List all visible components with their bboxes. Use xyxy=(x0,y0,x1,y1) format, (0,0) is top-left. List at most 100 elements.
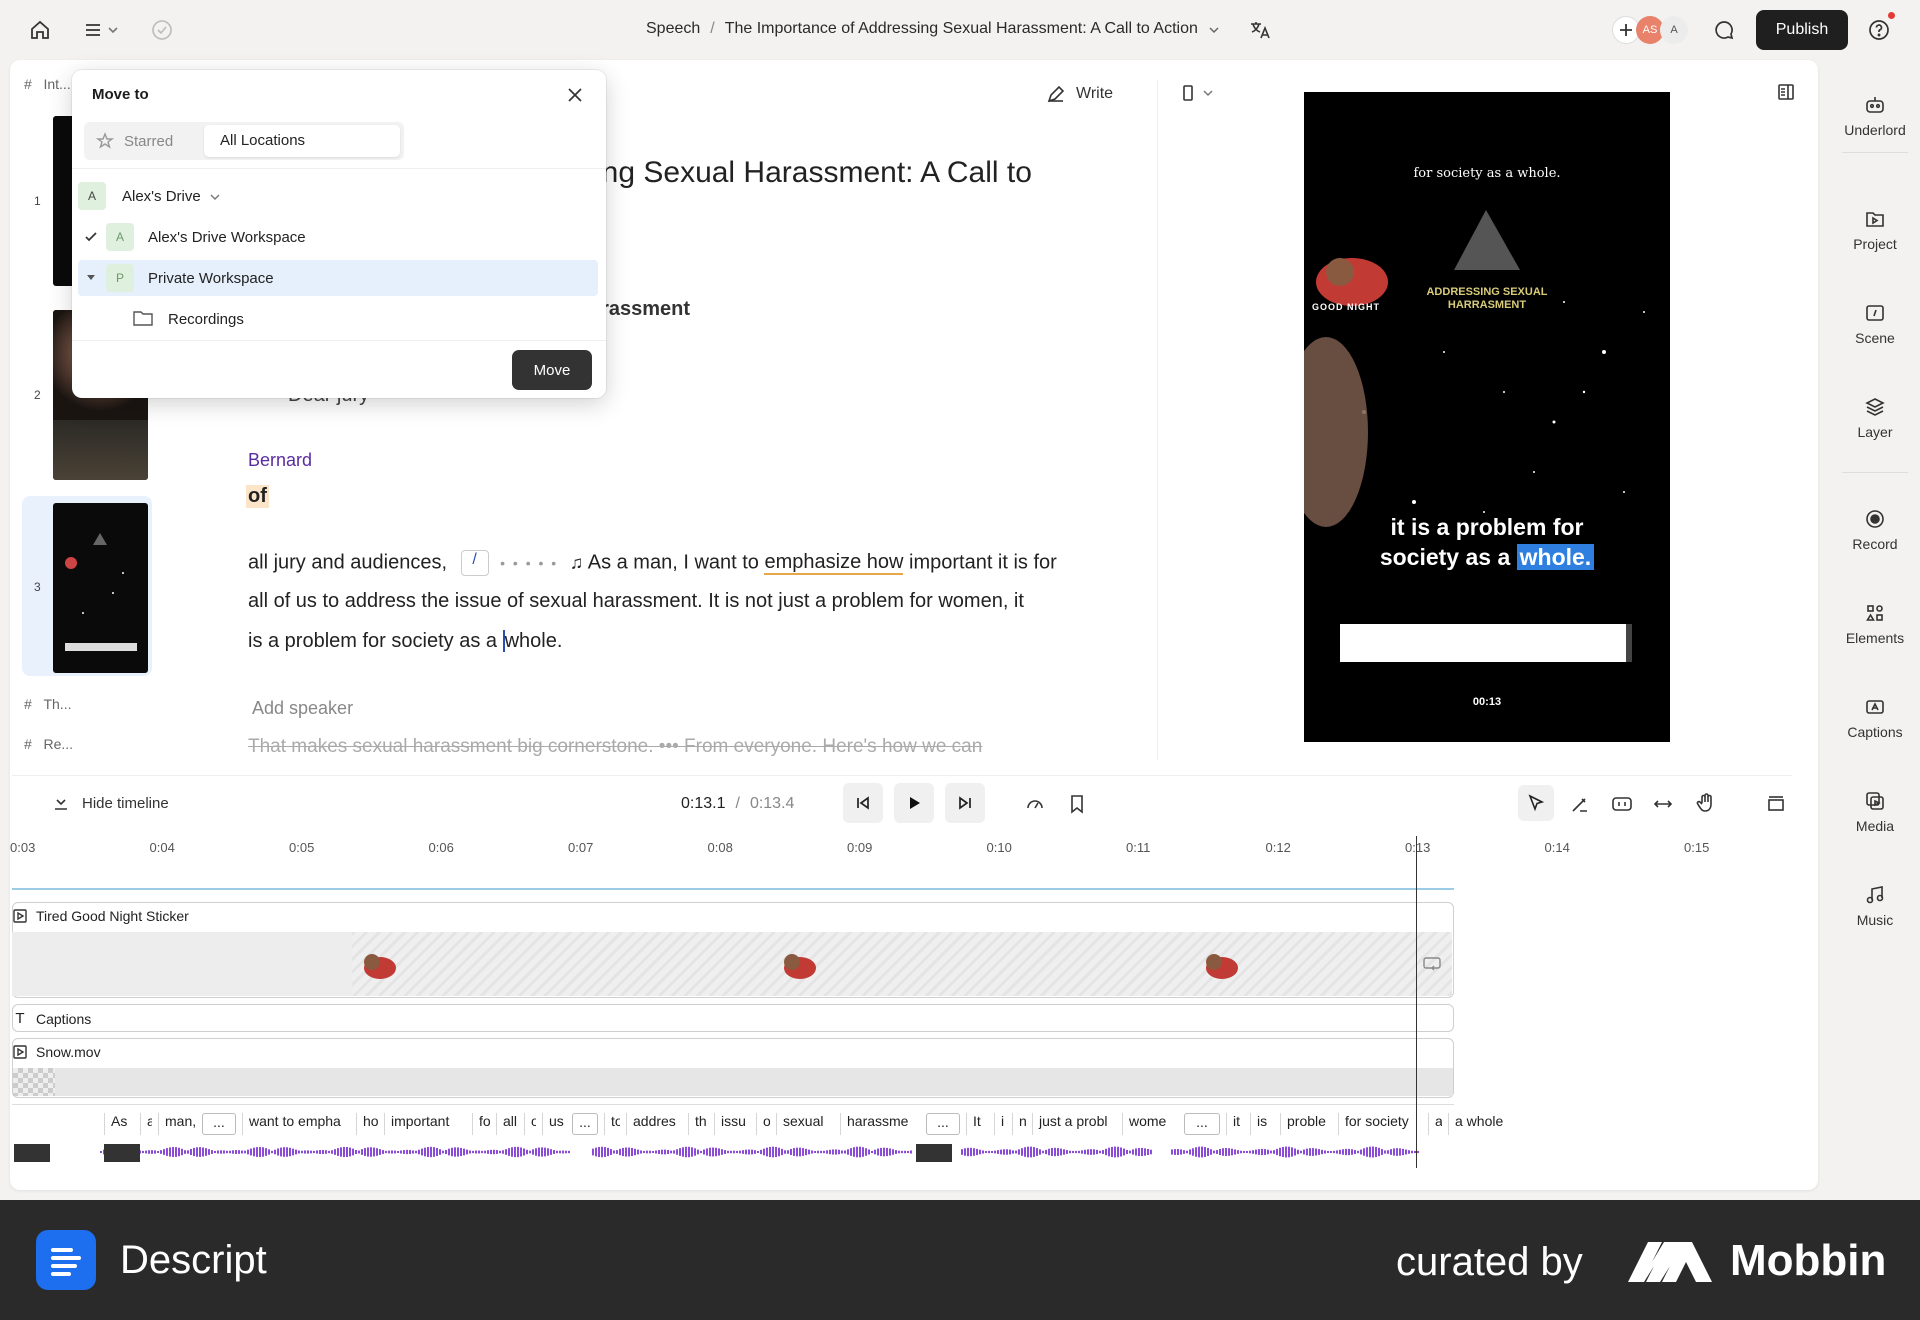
waveform-bar xyxy=(1087,1149,1089,1155)
scene-header[interactable]: # Int... xyxy=(24,76,71,92)
breadcrumb-root[interactable]: Speech xyxy=(646,20,700,38)
avatar[interactable]: A xyxy=(1660,16,1688,44)
sidebar-item-captions[interactable]: Captions xyxy=(1830,696,1920,740)
transcript-word[interactable]: ho xyxy=(356,1113,378,1135)
sidebar-item-media[interactable]: Media xyxy=(1830,790,1920,834)
folder-recordings[interactable]: Recordings xyxy=(168,311,244,328)
transcript-word[interactable]: It xyxy=(966,1113,988,1135)
playhead[interactable] xyxy=(1416,836,1417,1168)
skip-back-button[interactable] xyxy=(843,783,883,823)
transcript-word[interactable]: harassme xyxy=(840,1113,920,1135)
transcript-word[interactable]: is xyxy=(1250,1113,1274,1135)
sidebar-item-music[interactable]: Music xyxy=(1830,884,1920,928)
script-title[interactable]: sing Sexual Harassment: A Call to xyxy=(580,156,1032,190)
sidebar-item-scene[interactable]: Scene xyxy=(1830,302,1920,346)
blade-tool-icon[interactable] xyxy=(1570,794,1590,814)
transcript-word[interactable]: As xyxy=(104,1113,134,1135)
transcript-word[interactable]: ... xyxy=(1184,1113,1220,1135)
annotated-phrase[interactable]: emphasize how xyxy=(764,551,904,576)
scene-header[interactable]: # Re... xyxy=(24,736,73,752)
transcript-word[interactable]: issu xyxy=(714,1113,750,1135)
transcript-word[interactable]: important xyxy=(384,1113,466,1135)
scene-thumbnail[interactable] xyxy=(53,503,148,673)
comment-icon[interactable] xyxy=(1712,18,1736,42)
sticker-clip[interactable] xyxy=(352,932,1452,996)
sidebar-item-record[interactable]: Record xyxy=(1830,508,1920,552)
transcript-word[interactable]: ... xyxy=(926,1113,960,1135)
move-button[interactable]: Move xyxy=(512,350,592,390)
video-preview[interactable]: for society as a whole. ADDRESSING SEXUA… xyxy=(1304,92,1670,742)
script-line[interactable]: all of us to address the issue of sexual… xyxy=(248,590,1024,613)
audio-waveform[interactable] xyxy=(100,1142,1420,1162)
timeline-ruler[interactable]: 0:03 0:04 0:05 0:06 0:07 0:08 0:09 0:10 0:11 0:12… xyxy=(0,830,1820,890)
sidebar-item-project[interactable]: Project xyxy=(1830,208,1920,252)
transcript-word[interactable]: just a probl xyxy=(1032,1113,1116,1135)
menu-icon[interactable] xyxy=(82,18,106,42)
transcript-word[interactable]: o xyxy=(756,1113,770,1135)
captions-track[interactable] xyxy=(12,1004,1454,1032)
translate-icon[interactable] xyxy=(1248,18,1272,42)
transcript-word[interactable]: ... xyxy=(572,1113,598,1135)
sidebar-item-underlord[interactable]: Underlord xyxy=(1830,94,1920,138)
highlighted-word[interactable]: of xyxy=(246,485,269,508)
transcript-word[interactable]: o xyxy=(524,1113,536,1135)
transcript-word[interactable]: i xyxy=(994,1113,1006,1135)
transcript-word[interactable]: n xyxy=(1012,1113,1026,1135)
help-icon[interactable] xyxy=(1867,18,1891,42)
transcript-word[interactable]: it xyxy=(1226,1113,1244,1135)
loop-icon[interactable] xyxy=(1422,956,1442,972)
edit-marker-icon[interactable]: / xyxy=(460,550,489,576)
script-line[interactable]: is a problem for society as a whole. xyxy=(248,630,563,653)
transcript-word[interactable]: th xyxy=(688,1113,708,1135)
trim-tool-icon[interactable] xyxy=(1611,794,1633,814)
scene-header[interactable]: # Th... xyxy=(24,696,71,712)
tab-starred[interactable]: Starred xyxy=(96,132,173,150)
hand-tool-icon[interactable] xyxy=(1695,792,1717,814)
play-button[interactable] xyxy=(894,783,934,823)
breadcrumb-title[interactable]: The Importance of Addressing Sexual Hara… xyxy=(725,20,1198,38)
deleted-script-line[interactable]: That makes sexual harassment big corners… xyxy=(248,736,1058,758)
sidebar-item-layer[interactable]: Layer xyxy=(1830,396,1920,440)
hide-timeline-button[interactable]: Hide timeline xyxy=(52,794,169,812)
transcript-word[interactable]: a whole xyxy=(1448,1113,1522,1135)
sidebar-item-elements[interactable]: Elements xyxy=(1830,602,1920,646)
add-speaker-button[interactable]: Add speaker xyxy=(252,698,353,719)
home-icon[interactable] xyxy=(28,18,52,42)
transcript-word[interactable]: all xyxy=(496,1113,518,1135)
waveform-bar xyxy=(442,1150,444,1154)
transcript-word[interactable]: want to empha xyxy=(242,1113,350,1135)
transcript-word[interactable]: proble xyxy=(1280,1113,1332,1135)
chevron-down-icon[interactable] xyxy=(106,18,120,42)
transcript-word[interactable]: us xyxy=(542,1113,566,1135)
drive-selector[interactable]: Alex's Drive xyxy=(122,188,221,205)
caret-down-icon[interactable] xyxy=(86,272,96,282)
transcript-word[interactable]: addres xyxy=(626,1113,682,1135)
chevron-down-icon[interactable] xyxy=(1208,20,1220,38)
close-icon[interactable] xyxy=(566,86,584,104)
transcript-word[interactable]: to xyxy=(604,1113,620,1135)
transcript-word[interactable]: fo xyxy=(472,1113,490,1135)
transcript-word[interactable]: wome xyxy=(1122,1113,1178,1135)
sticker-frame-image xyxy=(778,944,818,984)
speed-icon[interactable] xyxy=(1025,794,1045,814)
select-tool-button[interactable] xyxy=(1518,785,1554,821)
transcript-word[interactable]: man, xyxy=(158,1113,196,1135)
transcript-word[interactable]: a xyxy=(1428,1113,1442,1135)
stretch-tool-icon[interactable] xyxy=(1653,794,1673,814)
waveform-bar xyxy=(100,1151,102,1153)
aspect-ratio-dropdown[interactable] xyxy=(1182,84,1214,102)
write-mode-button[interactable]: Write xyxy=(1046,84,1113,104)
skip-forward-button[interactable] xyxy=(945,783,985,823)
workspace-alexs-drive[interactable]: Alex's Drive Workspace xyxy=(148,229,306,246)
transcript-word[interactable]: a xyxy=(140,1113,152,1135)
publish-button[interactable]: Publish xyxy=(1756,10,1848,50)
timeline-layout-icon[interactable] xyxy=(1766,794,1786,814)
script-line[interactable]: all jury and audiences, / • • • • • ♫ As… xyxy=(248,550,1057,576)
snow-clip[interactable] xyxy=(13,1068,1453,1096)
speaker-name[interactable]: Bernard xyxy=(248,450,312,471)
transcript-word[interactable]: sexual xyxy=(776,1113,834,1135)
transcript-word[interactable]: ... xyxy=(202,1113,236,1135)
bookmark-icon[interactable] xyxy=(1068,794,1086,814)
panel-toggle-icon[interactable] xyxy=(1776,82,1796,102)
transcript-word[interactable]: for society xyxy=(1338,1113,1422,1135)
